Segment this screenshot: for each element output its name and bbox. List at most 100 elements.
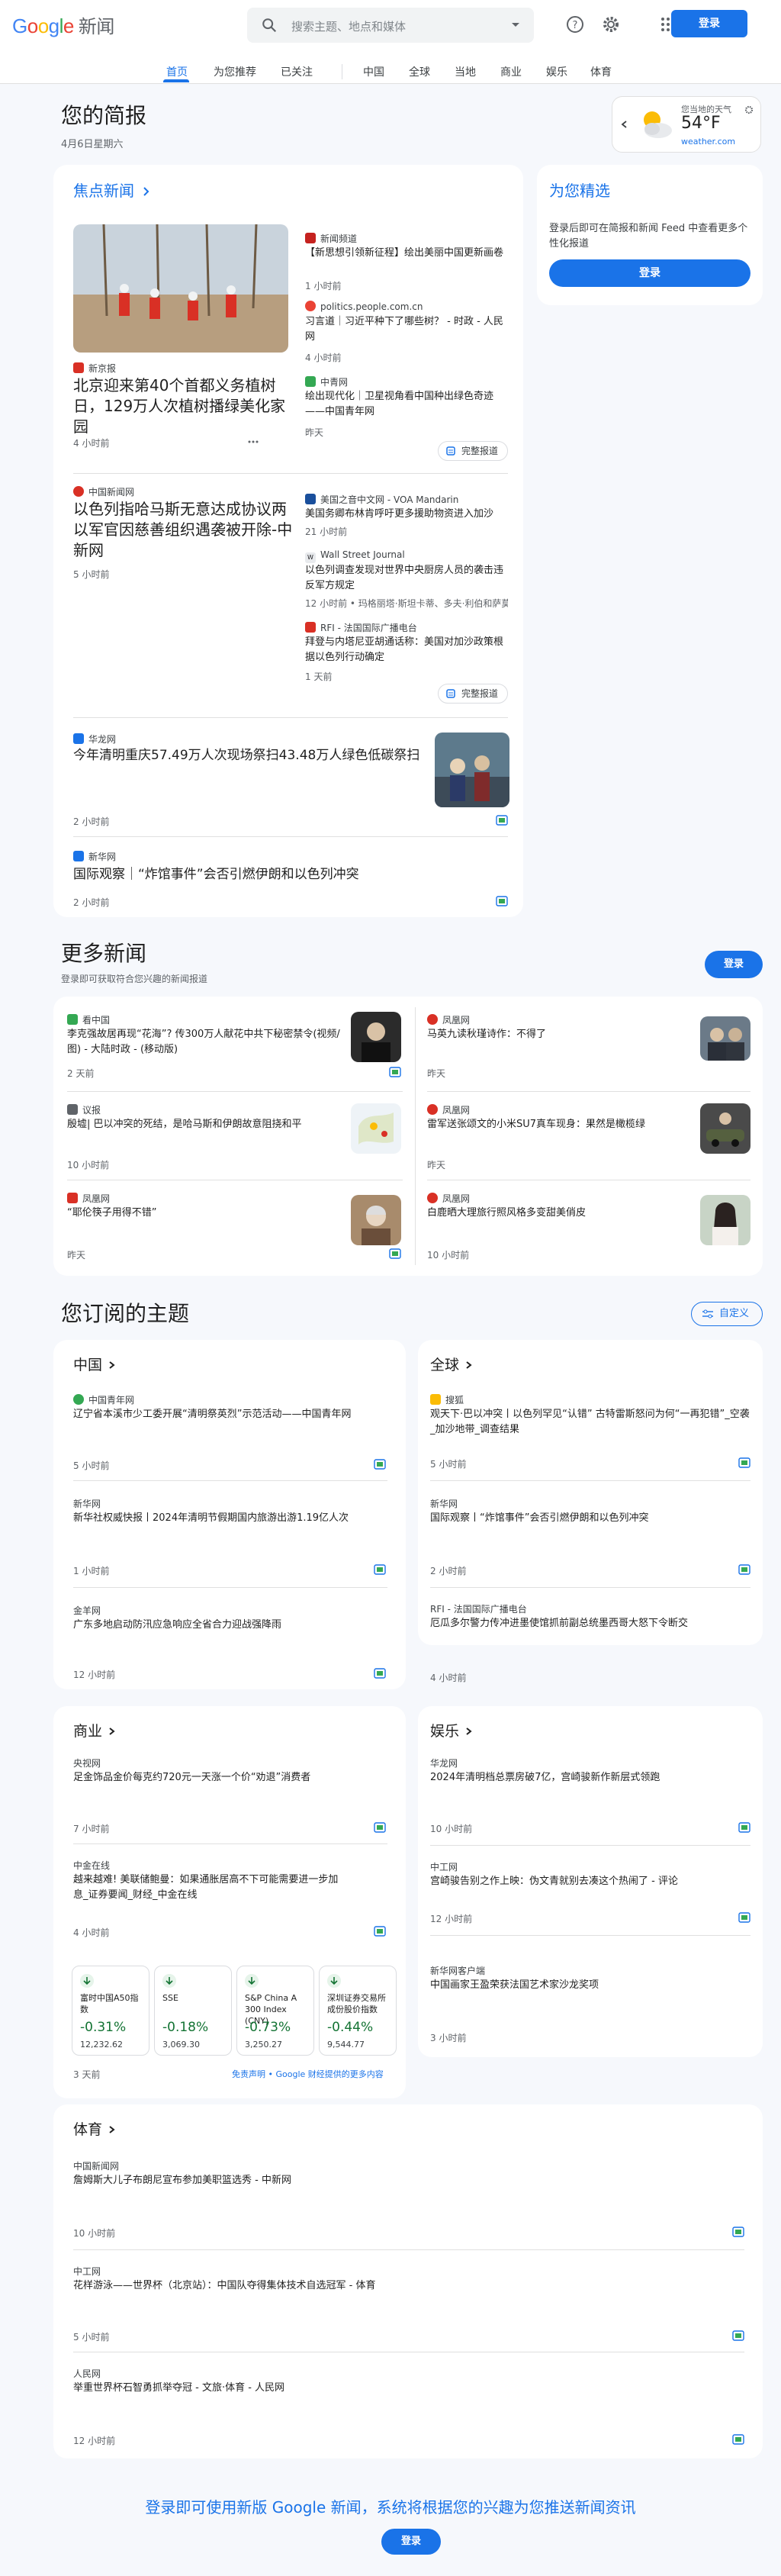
news-photo[interactable] <box>700 1016 750 1061</box>
story-headline[interactable]: “耶伦筷子用得不错” <box>67 1206 349 1221</box>
story-headline[interactable]: 雷军送张颂文的小米SU7真车现身：果然是橄榄绿 <box>427 1117 686 1132</box>
source-name: 中国青年网 <box>88 1395 135 1406</box>
related-headline[interactable]: 美国务卿布林肯呼吁更多援助物资进入加沙 <box>305 507 508 522</box>
portrait-photo[interactable] <box>351 1195 401 1245</box>
sign-in-button[interactable]: 登录 <box>671 10 747 37</box>
tab-local[interactable]: 当地 <box>455 64 476 79</box>
story-headline[interactable]: 新华社权威快报丨2024年清明节假期国内旅游出游1.19亿人次 <box>73 1511 387 1526</box>
full-coverage-icon[interactable] <box>732 2227 744 2237</box>
related-headline[interactable]: 习言道｜习近平种下了哪些树？ - 时政 - 人民网 <box>305 314 508 345</box>
full-coverage-icon[interactable] <box>374 1459 386 1470</box>
related-headline[interactable]: 拜登与内塔尼亚胡通话称：美国对加沙政策根据以色列行动确定 <box>305 635 508 665</box>
full-coverage-icon[interactable] <box>374 1822 386 1833</box>
china-topic-link[interactable]: 中国 <box>73 1354 116 1374</box>
tab-for-you[interactable]: 为您推荐 <box>214 64 256 79</box>
business-topic-link[interactable]: 商业 <box>73 1720 116 1740</box>
bottom-sign-in-button[interactable]: 登录 <box>381 2529 441 2555</box>
story-headline[interactable]: 足金饰品金价每克约720元一天涨一个价“劝退”消费者 <box>73 1770 387 1785</box>
tree-planting-photo[interactable] <box>73 224 288 353</box>
story-time: 3 天前 <box>73 2069 101 2080</box>
full-coverage-icon[interactable] <box>496 896 508 906</box>
source-favicon-icon <box>305 301 316 311</box>
related-headline[interactable]: 【新思想引领新征程】绘出美丽中国更新画卷 <box>305 246 508 261</box>
related-headline[interactable]: 绘出现代化｜卫星视角看中国种出绿色奇迹——中国青年网 <box>305 389 508 420</box>
full-coverage-icon[interactable] <box>732 2330 744 2341</box>
full-coverage-icon[interactable] <box>738 1822 750 1833</box>
full-coverage-icon[interactable] <box>738 1564 750 1575</box>
full-coverage-icon[interactable] <box>374 1564 386 1575</box>
portrait-photo[interactable] <box>700 1195 750 1245</box>
google-news-logo[interactable]: Google 新闻 <box>12 11 114 38</box>
full-coverage-icon[interactable] <box>738 1457 750 1468</box>
story-headline[interactable]: 詹姆斯大儿子布朗尼宣布参加美职篮选秀 - 中新网 <box>73 2173 729 2188</box>
story-headline[interactable]: 殷墟| 巴以冲突的死结，是哈马斯和伊朗故意阻挠和平 <box>67 1117 349 1132</box>
story-headline[interactable]: 举重世界杯石智勇抓举夺冠 - 文旅·体育 - 人民网 <box>73 2381 729 2396</box>
story-headline[interactable]: 花样游泳——世界杯（北京站）：中国队夺得集体技术自选冠军 - 体育 <box>73 2278 729 2294</box>
tab-china[interactable]: 中国 <box>363 64 384 79</box>
tab-world[interactable]: 全球 <box>409 64 430 79</box>
story-headline[interactable]: 白鹿晒大理旅行照风格多变甜美俏皮 <box>427 1206 686 1221</box>
tab-following[interactable]: 已关注 <box>281 64 313 79</box>
story-headline[interactable]: 辽宁省本溪市少工委开展“清明祭英烈”示范活动——中国青年网 <box>73 1407 387 1422</box>
source-favicon-icon <box>430 1394 441 1405</box>
dropdown-arrow-icon[interactable] <box>509 18 522 31</box>
map-illustration[interactable] <box>351 1103 401 1154</box>
entertainment-topic-link[interactable]: 娱乐 <box>430 1720 473 1740</box>
story-headline[interactable]: 2024年清明档总票房破7亿，宫崎骏新作新层式领跑 <box>430 1770 689 1785</box>
full-coverage-icon[interactable] <box>496 815 508 826</box>
story-time: 2 小时前 <box>430 1566 467 1576</box>
full-coverage-button[interactable]: 完整报道 <box>438 684 508 704</box>
world-topic-link[interactable]: 全球 <box>430 1354 473 1374</box>
related-headline[interactable]: 以色列调查发现对世界中央厨房人员的袭击违反军方规定 <box>305 563 508 594</box>
story-headline[interactable]: 以色列指哈马斯无意达成协议两以军官因慈善组织遇袭被开除-中新网 <box>73 499 294 561</box>
help-icon[interactable]: ? <box>563 12 587 37</box>
settings-gear-icon[interactable] <box>744 105 754 115</box>
weather-widget[interactable]: 您当地的天气 54°F weather.com <box>612 96 761 153</box>
more-news-sign-in-button[interactable]: 登录 <box>705 951 763 978</box>
search-box[interactable]: 搜索主题、地点和媒体 <box>247 8 534 43</box>
story-headline[interactable]: 越来越难! 美联储鲍曼：如果通胀居高不下可能需要进一步加息_证券要闻_财经_中金… <box>73 1872 348 1903</box>
search-input[interactable]: 搜索主题、地点和媒体 <box>291 18 406 34</box>
tab-sports[interactable]: 体育 <box>590 64 612 79</box>
top-stories-link[interactable]: 焦点新闻 <box>73 179 151 201</box>
qingming-photo[interactable] <box>435 733 509 807</box>
stock-card[interactable]: 富时中国A50指数 -0.31% 12,232.62 <box>72 1966 149 2056</box>
stock-change: -0.73% <box>245 2020 291 2035</box>
portrait-photo[interactable] <box>351 1012 401 1062</box>
story-headline[interactable]: 李克强故居再现“花海”? 传300万人献花中共下秘密禁令(视频/图) - 大陆时… <box>67 1027 349 1058</box>
search-icon[interactable] <box>261 17 278 34</box>
finance-disclaimer-link[interactable]: 免责声明 • Google 财经提供的更多内容 <box>232 2068 384 2080</box>
tab-entertainment[interactable]: 娱乐 <box>546 64 567 79</box>
full-coverage-icon[interactable] <box>732 2434 744 2445</box>
weather-source-link[interactable]: weather.com <box>681 137 735 147</box>
chevron-left-icon[interactable] <box>620 120 629 129</box>
stock-card[interactable]: SSE -0.18% 3,069.30 <box>154 1966 232 2056</box>
stock-card[interactable]: 深圳证券交易所成份股价指数 -0.44% 9,544.77 <box>319 1966 397 2056</box>
tab-home[interactable]: 首页 <box>166 64 188 79</box>
full-coverage-icon[interactable] <box>389 1067 401 1077</box>
stock-card[interactable]: S&P China A 300 Index (CNY) -0.73% 3,250.2… <box>236 1966 314 2056</box>
story-headline[interactable]: 中国画家王盈荣获法国艺术家沙龙奖项 <box>430 1978 750 1993</box>
story-headline[interactable]: 马英九读秋瑾诗作：不得了 <box>427 1027 686 1042</box>
full-coverage-icon[interactable] <box>374 1926 386 1937</box>
customize-button[interactable]: 自定义 <box>691 1302 763 1326</box>
full-coverage-icon[interactable] <box>374 1668 386 1679</box>
full-coverage-button[interactable]: 完整报道 <box>438 441 508 461</box>
story-headline[interactable]: 宫崎骏告别之作上映：伪文青就别去凑这个热闹了 - 评论 <box>430 1874 750 1889</box>
picks-sign-in-button[interactable]: 登录 <box>549 259 750 287</box>
sports-topic-link[interactable]: 体育 <box>73 2118 116 2139</box>
tab-business[interactable]: 商业 <box>500 64 522 79</box>
story-headline[interactable]: 国际观察丨“炸馆事件”会否引燃伊朗和以色列冲突 <box>430 1511 750 1526</box>
story-headline[interactable]: 观天下·巴以冲突丨以色列罕见“认错” 古特雷斯怒问为何“一再犯错”_空袭_加沙地… <box>430 1407 750 1438</box>
car-photo[interactable] <box>700 1103 750 1154</box>
more-options-icon[interactable] <box>247 436 259 447</box>
settings-gear-icon[interactable] <box>599 12 623 37</box>
story-time: 昨天 <box>67 1250 86 1261</box>
story-headline[interactable]: 厄瓜多尔警力传冲进墨使馆抓前副总统墨西哥大怒下令断交 <box>430 1616 750 1634</box>
story-headline[interactable]: 北京迎来第40个首都义务植树日，129万人次植树播绿美化家园 <box>73 375 288 437</box>
story-headline[interactable]: 国际观察｜“炸馆事件”会否引燃伊朗和以色列冲突 <box>73 865 485 884</box>
story-headline[interactable]: 广东多地启动防汛应急响应全省合力迎战强降雨 <box>73 1618 387 1633</box>
full-coverage-icon[interactable] <box>738 1912 750 1923</box>
full-coverage-icon[interactable] <box>389 1248 401 1259</box>
story-headline[interactable]: 今年清明重庆57.49万人次现场祭扫43.48万人绿色低碳祭扫 <box>73 746 439 765</box>
